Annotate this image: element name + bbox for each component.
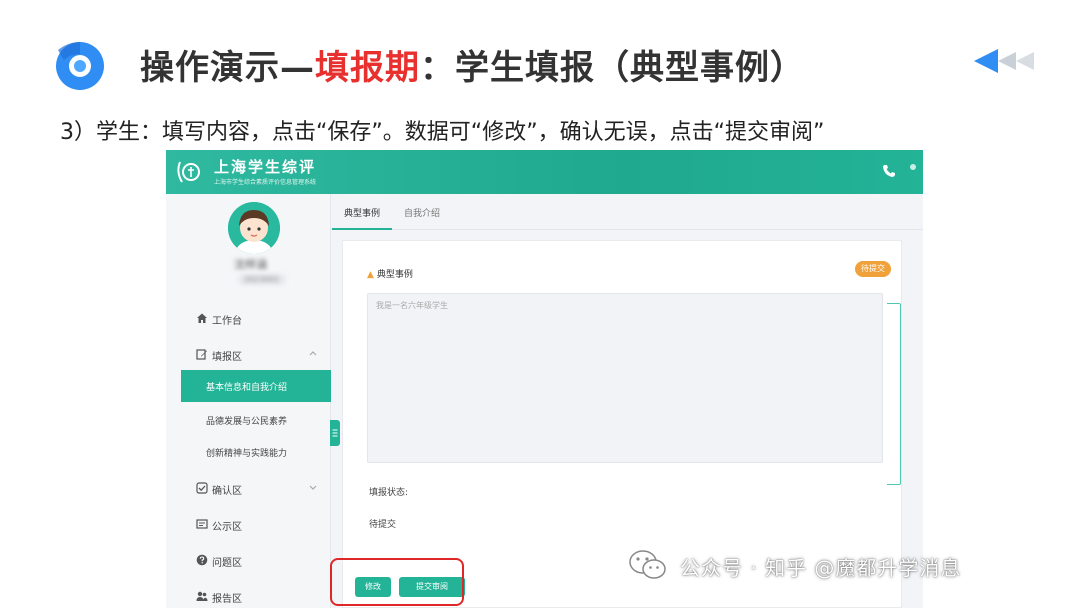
- sidebar-item-label: 报告区: [212, 594, 242, 605]
- board-icon: [196, 519, 208, 529]
- app-topbar: 上海学生综评 上海市学生综合素质评价信息管理系统: [166, 150, 923, 194]
- button-callout-highlight: [330, 558, 464, 606]
- avatar-illustration: [228, 202, 280, 254]
- chevron-down-icon: [309, 485, 317, 490]
- sidebar-item-confirm-area[interactable]: 确认区: [166, 474, 331, 502]
- slide-subtitle: 3）学生：填写内容，点击“保存”。数据可“修改”，确认无误，点击“提交审阅”: [60, 120, 825, 145]
- back-arrows-icon[interactable]: [972, 46, 1042, 76]
- sidebar-item-question-area[interactable]: 问题区: [166, 546, 331, 574]
- resize-outline: [887, 303, 901, 485]
- sidebar-item-label: 填报区: [212, 352, 242, 363]
- topbar-dot: [910, 164, 916, 170]
- tab-self-introduction[interactable]: 自我介绍: [404, 206, 440, 219]
- submenu-moral-development[interactable]: 品德发展与公民素养: [181, 404, 331, 436]
- submenu-innovation-practice[interactable]: 创新精神与实践能力: [181, 436, 331, 468]
- chevron-up-icon: [309, 351, 317, 356]
- sidebar-item-publicity-area[interactable]: 公示区: [166, 510, 331, 538]
- slide-title: 操作演示—填报期：学生填报（典型事例）: [140, 48, 805, 88]
- home-icon: [197, 313, 207, 323]
- sidebar-item-label: 问题区: [212, 558, 242, 569]
- active-tab-indicator: [332, 228, 392, 230]
- brand-title: 上海学生综评: [214, 158, 317, 176]
- fill-status-label: 填报状态:: [369, 488, 409, 498]
- sidebar-item-fill-area[interactable]: 填报区: [166, 340, 331, 368]
- submenu-label: 基本信息和自我介绍: [206, 383, 288, 393]
- question-icon: [196, 554, 208, 566]
- submenu-label: 创新精神与实践能力: [206, 449, 288, 459]
- avatar[interactable]: [228, 202, 280, 254]
- slide-title-highlight: 填报期: [315, 48, 420, 88]
- brand-subtitle: 上海市学生综合素质评价信息管理系统: [214, 179, 317, 186]
- status-badge: 待提交: [855, 261, 891, 277]
- wechat-icon: [629, 550, 666, 579]
- phone-icon[interactable]: [882, 164, 896, 178]
- brand-logo-icon: [177, 161, 200, 183]
- tab-typical-cases[interactable]: 典型事例: [344, 206, 380, 219]
- user-id: 2023001: [238, 274, 286, 285]
- sidebar: 沈梓涵 2023001 工作台 填报区 基本信息和自我介绍 品德发展与公民素养 …: [166, 194, 331, 608]
- app-screenshot: 上海学生综评 上海市学生综合素质评价信息管理系统 沈梓涵 2023001 工作台: [166, 150, 923, 608]
- check-icon: [196, 482, 208, 494]
- slide-logo-icon: [56, 42, 104, 90]
- sidebar-item-label: 公示区: [212, 522, 242, 533]
- watermark-text: 公众号 · 知乎 @魔都升学消息: [680, 556, 962, 580]
- menu-lines-icon: [332, 429, 338, 437]
- sidebar-item-label: 工作台: [212, 316, 242, 327]
- sidebar-item-report-area[interactable]: 报告区: [166, 582, 331, 608]
- users-icon: [196, 591, 208, 601]
- sidebar-item-workbench[interactable]: 工作台: [166, 304, 331, 332]
- submenu-basic-info[interactable]: 基本信息和自我介绍: [181, 370, 331, 402]
- warning-icon: ▲: [367, 270, 374, 280]
- submenu-label: 品德发展与公民素养: [206, 417, 288, 427]
- fill-status-value: 待提交: [369, 520, 397, 530]
- user-name: 沈梓涵: [234, 258, 267, 271]
- content-tabs: 典型事例 自我介绍: [331, 194, 923, 230]
- sidebar-item-label: 确认区: [212, 486, 242, 497]
- section-title: ▲ 典型事例: [367, 270, 413, 280]
- typical-case-textarea[interactable]: [367, 293, 883, 463]
- edit-icon: [196, 349, 207, 360]
- sidebar-collapse-handle[interactable]: [330, 420, 340, 446]
